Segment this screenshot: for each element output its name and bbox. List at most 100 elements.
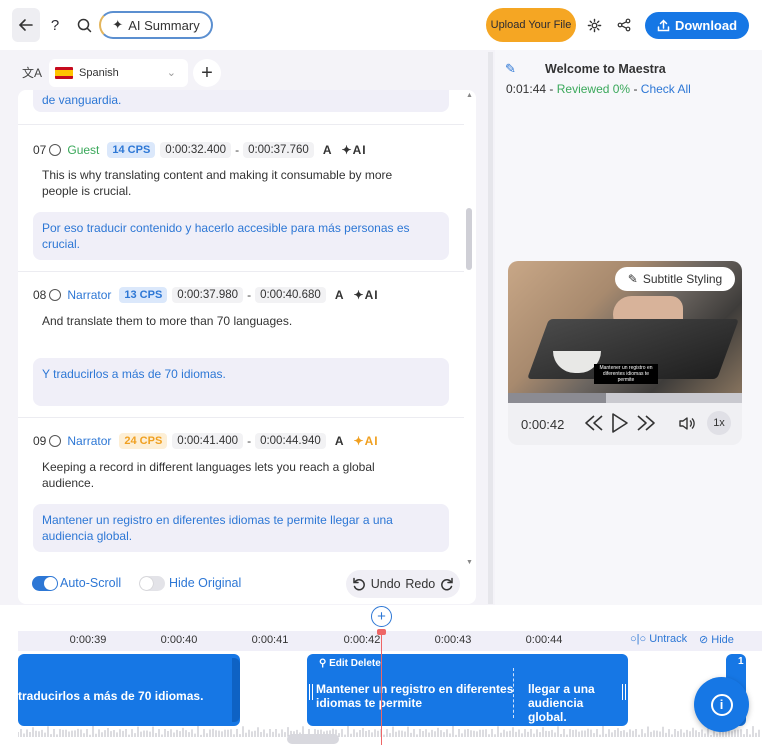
start-time[interactable]: 0:00:32.400 <box>160 142 232 158</box>
end-time[interactable]: 0:00:44.940 <box>255 433 326 449</box>
translation-box[interactable]: Mantener un registro en diferentes idiom… <box>33 504 449 552</box>
panel-resize-handle[interactable] <box>488 52 493 604</box>
redo-icon[interactable] <box>440 577 454 591</box>
speaker-name[interactable]: Guest <box>67 143 99 157</box>
playback-speed-button[interactable]: 1x <box>707 411 731 435</box>
segment-divider <box>18 124 464 125</box>
edit-icon[interactable]: ✎ <box>505 61 516 77</box>
auto-scroll-label[interactable]: Auto-Scroll <box>60 576 121 590</box>
add-track-button[interactable]: + <box>371 606 392 627</box>
untrack-label: Untrack <box>649 633 688 645</box>
media-duration: 0:01:44 <box>506 82 547 96</box>
spain-flag-icon <box>55 67 73 79</box>
subtitle-styling-button[interactable]: ✎ Subtitle Styling <box>615 267 735 291</box>
check-all-link[interactable]: Check All <box>641 82 691 96</box>
translate-icon: 文A <box>22 66 43 80</box>
time-dash: - <box>247 434 252 448</box>
speaker-name[interactable]: Narrator <box>67 434 111 448</box>
fast-forward-icon[interactable] <box>635 414 657 432</box>
help-button[interactable]: ? <box>44 13 66 37</box>
add-language-button[interactable]: + <box>193 59 221 87</box>
upload-arrow-icon <box>657 19 670 32</box>
cps-badge: 24 CPS <box>119 433 168 449</box>
clip-edit-delete[interactable]: Edit Delete <box>329 658 381 669</box>
top-toolbar: ? ✦ AI Summary Upload Your File Download <box>0 0 762 50</box>
check-circle-icon[interactable] <box>49 289 62 301</box>
ai-summary-button[interactable]: ✦ AI Summary <box>99 11 213 39</box>
progress-fill <box>508 393 607 403</box>
font-style-icon[interactable]: A <box>323 143 333 157</box>
transcript-controls: Auto-Scroll Hide Original Undo Redo <box>18 564 476 604</box>
timeline-clip[interactable]: traducirlos a más de 70 idiomas. <box>18 654 240 726</box>
gear-icon <box>587 18 601 32</box>
original-text[interactable]: This is why translating content and maki… <box>42 167 422 199</box>
translation-text: de vanguardia. <box>42 93 122 107</box>
ai-sparkle-icon[interactable]: ✦AI <box>354 434 379 448</box>
end-time[interactable]: 0:00:40.680 <box>255 287 326 303</box>
undo-icon[interactable] <box>352 577 366 591</box>
playhead-line <box>381 631 382 745</box>
ai-sparkle-icon[interactable]: ✦AI <box>354 288 379 302</box>
transcript-scroll-area[interactable]: de vanguardia. 07 Guest 14 CPS 0:00:32.4… <box>18 90 464 564</box>
upload-file-button[interactable]: Upload Your File <box>486 8 576 42</box>
check-circle-icon[interactable] <box>49 144 62 156</box>
share-button[interactable] <box>614 14 634 36</box>
translation-box[interactable]: Y traducirlos a más de 70 idiomas. <box>33 358 449 406</box>
download-button[interactable]: Download <box>645 12 749 39</box>
video-progress-bar[interactable] <box>508 393 742 403</box>
audio-waveform <box>18 726 760 737</box>
clip-left-grip[interactable] <box>309 684 313 700</box>
language-bar: 文A Spanish ⌄ + <box>18 58 478 88</box>
clip-text: 1 <box>738 656 744 667</box>
original-text[interactable]: Keeping a record in different languages … <box>42 459 422 491</box>
segment-number: 09 <box>33 434 47 448</box>
original-text[interactable]: And translate them to more than 70 langu… <box>42 313 422 329</box>
scroll-up-icon[interactable]: ▲ <box>466 92 473 99</box>
play-icon[interactable] <box>611 412 629 434</box>
scrollbar-thumb[interactable] <box>466 208 472 270</box>
untrack-button[interactable]: ○|○ Untrack <box>630 633 687 645</box>
speaker-name[interactable]: Narrator <box>67 288 111 302</box>
search-button[interactable] <box>73 13 95 37</box>
start-time[interactable]: 0:00:37.980 <box>172 287 244 303</box>
ai-sparkle-icon[interactable]: ✦AI <box>342 143 367 157</box>
untrack-icon: ○|○ <box>630 633 650 645</box>
vertical-scrollbar[interactable]: ▲ ▼ <box>465 92 473 566</box>
translation-box[interactable]: Por eso traducir contenido y hacerlo acc… <box>33 212 449 260</box>
info-icon: i <box>710 693 733 716</box>
hide-timeline-button[interactable]: ⊘ Hide <box>699 633 734 646</box>
font-style-icon[interactable]: A <box>335 288 345 302</box>
current-time: 0:00:42 <box>521 416 565 432</box>
timeline-scrollbar-thumb[interactable] <box>287 734 339 744</box>
help-chat-button[interactable]: i <box>694 677 749 732</box>
back-button[interactable] <box>12 8 40 42</box>
volume-icon[interactable] <box>678 416 695 431</box>
ai-label: AI <box>352 143 367 157</box>
undo-button[interactable]: Undo <box>371 577 401 591</box>
hide-original-toggle[interactable] <box>139 576 165 591</box>
ai-label: AI <box>364 434 379 448</box>
font-style-icon[interactable]: A <box>335 434 345 448</box>
end-time[interactable]: 0:00:37.760 <box>243 142 314 158</box>
check-circle-icon[interactable] <box>49 435 62 447</box>
language-value: Spanish <box>79 67 119 79</box>
clip-resize-handle[interactable] <box>232 658 240 722</box>
timeline-clip-selected[interactable]: ⚲ Edit Delete Mantener un registro en di… <box>307 654 628 726</box>
translation-box[interactable]: de vanguardia. <box>33 90 449 112</box>
hide-original-label[interactable]: Hide Original <box>169 576 241 590</box>
auto-scroll-toggle[interactable] <box>32 576 58 591</box>
tick-label: 0:00:40 <box>160 634 198 646</box>
clip-right-grip[interactable] <box>622 684 626 700</box>
video-subtitle-overlay: Mantener un registro en diferentes idiom… <box>594 364 658 384</box>
transcript-panel: de vanguardia. 07 Guest 14 CPS 0:00:32.4… <box>18 90 476 604</box>
time-dash: - <box>235 143 240 157</box>
tick-label: 0:00:43 <box>434 634 472 646</box>
video-player[interactable]: Mantener un registro en diferentes idiom… <box>508 261 742 393</box>
start-time[interactable]: 0:00:41.400 <box>172 433 244 449</box>
rewind-icon[interactable] <box>583 414 605 432</box>
settings-button[interactable] <box>584 14 604 36</box>
segment-header: 08 Narrator 13 CPS 0:00:37.980 - 0:00:40… <box>33 285 379 305</box>
redo-button[interactable]: Redo <box>405 577 435 591</box>
language-select[interactable]: Spanish ⌄ <box>49 59 188 87</box>
undo-redo-group: Undo Redo <box>346 570 460 598</box>
